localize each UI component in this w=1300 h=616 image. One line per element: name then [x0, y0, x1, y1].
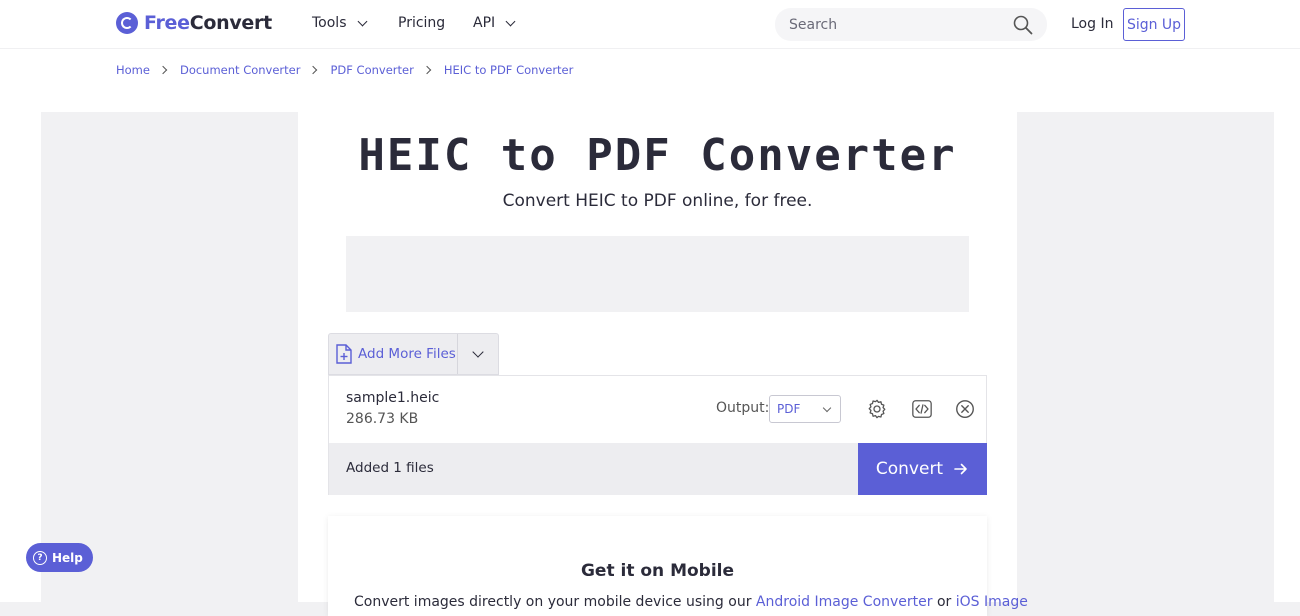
output-format-select[interactable]: PDF: [769, 395, 841, 423]
logo-text-convert: Convert: [189, 12, 272, 34]
output-label: Output:: [716, 400, 770, 416]
logo[interactable]: FreeConvert: [116, 12, 272, 34]
chevron-down-icon: [357, 16, 367, 26]
close-circle-icon: [956, 400, 974, 418]
file-add-icon: [336, 344, 352, 364]
gear-icon: [868, 399, 886, 419]
breadcrumb-document-converter[interactable]: Document Converter: [180, 63, 301, 77]
chevron-down-icon: [472, 346, 484, 358]
chevron-right-icon: [309, 65, 318, 75]
breadcrumb-bar: Home Document Converter PDF Converter HE…: [0, 48, 1300, 90]
nav-pricing[interactable]: Pricing: [398, 15, 445, 31]
convert-button-label: Convert: [875, 459, 944, 479]
nav-api[interactable]: API: [473, 15, 516, 31]
top-header: FreeConvert Tools Pricing API Search Log…: [0, 0, 1300, 48]
remove-file-button[interactable]: [953, 397, 977, 421]
help-button[interactable]: ? Help: [26, 543, 93, 572]
android-converter-link[interactable]: Android Image Converter: [756, 594, 933, 610]
added-files-count: Added 1 files: [346, 460, 434, 476]
output-format-value: PDF: [777, 402, 801, 416]
right-ad-column: [1017, 112, 1274, 602]
login-link[interactable]: Log In: [1071, 16, 1113, 32]
code-icon: [912, 400, 932, 418]
settings-button[interactable]: [865, 397, 889, 421]
logo-text-free: Free: [144, 12, 190, 34]
chevron-down-icon: [505, 16, 516, 26]
file-name: sample1.heic: [346, 390, 440, 406]
chevron-down-icon: [822, 403, 832, 413]
nav-api-label: API: [473, 15, 496, 31]
embed-code-button[interactable]: [910, 397, 934, 421]
breadcrumb-pdf-converter[interactable]: PDF Converter: [330, 63, 413, 77]
file-size: 286.73 KB: [346, 411, 419, 427]
ios-converter-link[interactable]: iOS Image: [956, 594, 1028, 610]
help-label: Help: [52, 550, 83, 565]
search-placeholder: Search: [789, 16, 838, 33]
left-ad-column: [41, 112, 298, 602]
breadcrumb-current[interactable]: HEIC to PDF Converter: [444, 63, 574, 77]
breadcrumb-home[interactable]: Home: [116, 63, 150, 77]
content-top-strip: [0, 90, 1300, 112]
search-icon[interactable]: [1013, 15, 1033, 35]
page-subtitle: Convert HEIC to PDF online, for free.: [502, 191, 813, 211]
chevron-right-icon: [422, 65, 432, 75]
mobile-card-text: Convert images directly on your mobile d…: [354, 594, 1028, 610]
file-list-panel: sample1.heic 286.73 KB Output: PDF Added…: [328, 375, 987, 495]
question-icon: ?: [33, 550, 47, 565]
convert-bar: Added 1 files Convert: [329, 443, 987, 495]
add-files-dropdown[interactable]: [458, 346, 498, 358]
arrow-right-icon: [954, 463, 967, 475]
convert-button[interactable]: Convert: [858, 443, 987, 495]
search-input[interactable]: Search: [775, 8, 1047, 41]
mobile-card-title: Get it on Mobile: [580, 561, 735, 581]
mobile-apps-card: Get it on Mobile Convert images directly…: [328, 516, 1028, 616]
nav-pricing-label: Pricing: [398, 15, 446, 31]
mobile-text-mid: or: [936, 594, 952, 610]
add-more-files-label: Add More Files: [358, 346, 456, 362]
add-more-files-button-group: Add More Files: [328, 333, 499, 375]
chevron-right-icon: [158, 65, 168, 75]
nav-tools[interactable]: Tools: [312, 15, 367, 31]
signup-button[interactable]: Sign Up: [1123, 8, 1185, 41]
page-title: HEIC to PDF Converter: [358, 130, 957, 181]
add-more-files-button[interactable]: Add More Files: [329, 334, 458, 374]
ad-banner: [346, 236, 969, 312]
mobile-text-prefix: Convert images directly on your mobile d…: [354, 594, 752, 610]
breadcrumb: Home Document Converter PDF Converter HE…: [116, 63, 573, 77]
nav-tools-label: Tools: [312, 15, 347, 31]
logo-mark-icon: [116, 12, 138, 34]
